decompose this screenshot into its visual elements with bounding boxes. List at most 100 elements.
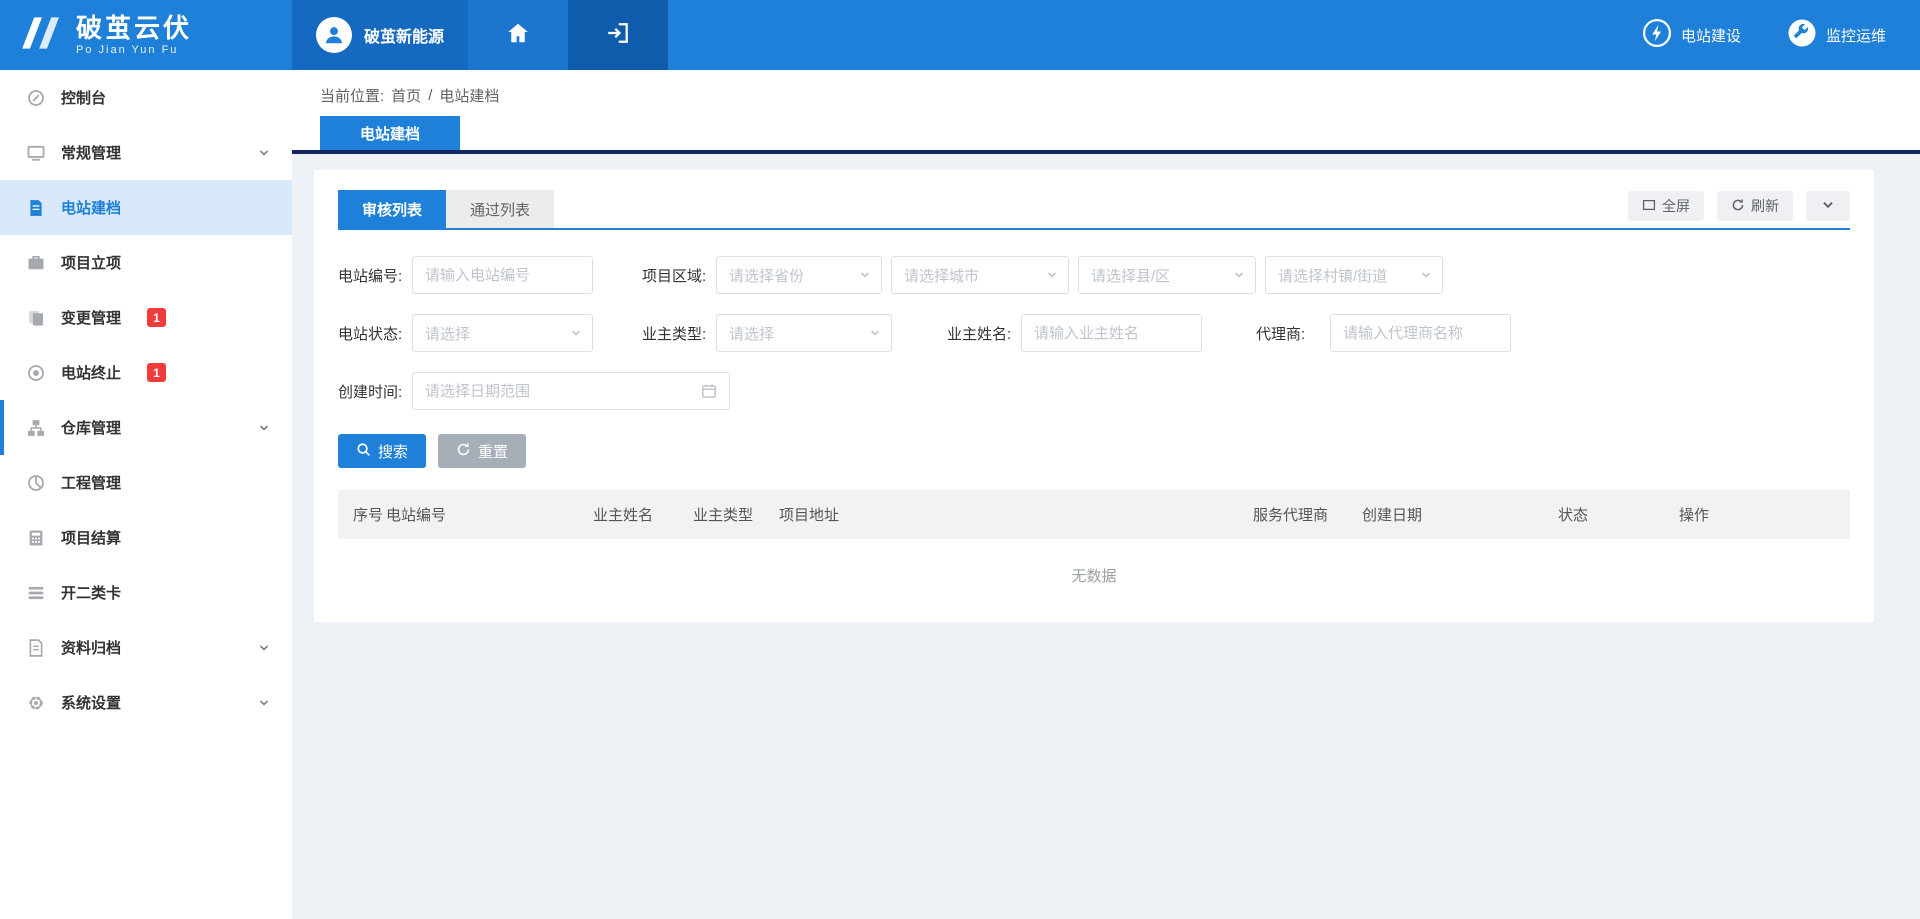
column-header-station-no: 电站编号 bbox=[386, 490, 446, 539]
column-header-owner-type: 业主类型 bbox=[693, 490, 753, 539]
column-header-agent: 服务代理商 bbox=[1253, 490, 1328, 539]
refresh-icon bbox=[1731, 198, 1745, 215]
filter-form: 电站编号: 项目区域: 请选择省份 请选择城市 bbox=[338, 256, 1850, 410]
tab-passed-list[interactable]: 通过列表 bbox=[446, 190, 554, 228]
sidebar-item-class2-card[interactable]: 开二类卡 bbox=[0, 565, 292, 620]
user-menu[interactable]: 破茧新能源 bbox=[292, 0, 468, 70]
column-header-status: 状态 bbox=[1558, 490, 1588, 539]
sidebar-item-label: 系统设置 bbox=[61, 692, 121, 713]
tab-review-list[interactable]: 审核列表 bbox=[338, 190, 446, 228]
sidebar-item-engineering-mgmt[interactable]: 工程管理 bbox=[0, 455, 292, 510]
wrench-icon bbox=[1787, 18, 1817, 52]
empty-state: 无数据 bbox=[338, 565, 1850, 586]
sidebar-item-label: 工程管理 bbox=[61, 472, 121, 493]
dashboard-icon bbox=[26, 88, 46, 108]
chevron-down-icon bbox=[258, 147, 270, 159]
action-bar: 搜索 重置 bbox=[338, 434, 1850, 468]
column-header-actions: 操作 bbox=[1679, 490, 1709, 539]
logout-icon bbox=[606, 21, 630, 50]
header-nav: 电站建设 监控运维 bbox=[1642, 0, 1886, 70]
station-status-select[interactable]: 请选择 bbox=[412, 314, 593, 352]
sidebar-item-station-archive[interactable]: 电站建档 bbox=[0, 180, 292, 235]
chevron-down-icon bbox=[570, 327, 582, 339]
breadcrumb: 当前位置: 首页 / 电站建档 bbox=[292, 82, 1920, 108]
search-icon bbox=[356, 442, 371, 461]
owner-type-placeholder: 请选择 bbox=[729, 323, 774, 344]
sidebar-item-label: 开二类卡 bbox=[61, 582, 121, 603]
calculator-icon bbox=[26, 528, 46, 548]
fullscreen-button[interactable]: 全屏 bbox=[1628, 191, 1704, 221]
breadcrumb-home[interactable]: 首页 bbox=[391, 85, 421, 106]
company-name: 破茧新能源 bbox=[364, 23, 444, 47]
fullscreen-icon bbox=[1642, 198, 1656, 215]
date-range-picker[interactable] bbox=[412, 372, 730, 410]
reset-button[interactable]: 重置 bbox=[438, 434, 526, 468]
header-spacer bbox=[668, 0, 1642, 70]
status-placeholder: 请选择 bbox=[425, 323, 470, 344]
date-range-input[interactable] bbox=[425, 383, 701, 400]
owner-name-input[interactable] bbox=[1021, 314, 1202, 352]
agent-input[interactable] bbox=[1330, 314, 1511, 352]
monitor-icon bbox=[26, 143, 46, 163]
owner-name-label: 业主姓名: bbox=[947, 323, 1021, 344]
calendar-icon bbox=[701, 383, 717, 399]
chevron-down-icon bbox=[1420, 269, 1432, 281]
station-no-input[interactable] bbox=[412, 256, 593, 294]
sidebar-item-project-initiation[interactable]: 项目立项 bbox=[0, 235, 292, 290]
reset-label: 重置 bbox=[478, 441, 508, 462]
breadcrumb-current: 电站建档 bbox=[439, 85, 499, 106]
sidebar-item-label: 电站终止 bbox=[61, 362, 121, 383]
nav-monitor-ops[interactable]: 监控运维 bbox=[1787, 18, 1886, 52]
sidebar-item-station-termination[interactable]: 电站终止 1 bbox=[0, 345, 292, 400]
city-select[interactable]: 请选择城市 bbox=[891, 256, 1069, 294]
briefcase-icon bbox=[26, 253, 46, 273]
sidebar-item-change-mgmt[interactable]: 变更管理 1 bbox=[0, 290, 292, 345]
card-icon bbox=[26, 583, 46, 603]
page-tab-station-archive[interactable]: 电站建档 bbox=[320, 116, 460, 150]
province-select[interactable]: 请选择省份 bbox=[716, 256, 882, 294]
sidebar-item-warehouse-mgmt[interactable]: 仓库管理 bbox=[0, 400, 292, 455]
county-select[interactable]: 请选择县/区 bbox=[1078, 256, 1256, 294]
brand-text: 破茧云伏 Po Jian Yun Fu bbox=[76, 14, 192, 57]
town-placeholder: 请选择村镇/街道 bbox=[1278, 265, 1387, 286]
sidebar-item-project-settlement[interactable]: 项目结算 bbox=[0, 510, 292, 565]
sitemap-icon bbox=[26, 418, 46, 438]
sidebar-item-dashboard[interactable]: 控制台 bbox=[0, 70, 292, 125]
nav-label: 电站建设 bbox=[1681, 25, 1741, 46]
column-header-create-date: 创建日期 bbox=[1362, 490, 1422, 539]
chevron-down-icon bbox=[1046, 269, 1058, 281]
search-button[interactable]: 搜索 bbox=[338, 434, 426, 468]
sidebar-item-label: 资料归档 bbox=[61, 637, 121, 658]
owner-type-select[interactable]: 请选择 bbox=[716, 314, 892, 352]
chevron-down-icon bbox=[1233, 269, 1245, 281]
file-icon bbox=[26, 638, 46, 658]
sidebar-item-label: 控制台 bbox=[61, 87, 106, 108]
search-label: 搜索 bbox=[378, 441, 408, 462]
panel-tabs: 审核列表 通过列表 全屏 bbox=[338, 190, 1850, 230]
chevron-down-icon bbox=[1821, 198, 1835, 215]
breadcrumb-separator: / bbox=[428, 87, 432, 104]
town-select[interactable]: 请选择村镇/街道 bbox=[1265, 256, 1443, 294]
pie-chart-icon bbox=[26, 473, 46, 493]
avatar[interactable] bbox=[316, 17, 352, 53]
logout-button[interactable] bbox=[568, 0, 668, 70]
sidebar-item-general-mgmt[interactable]: 常规管理 bbox=[0, 125, 292, 180]
collapse-button[interactable] bbox=[1806, 191, 1850, 221]
reset-icon bbox=[456, 442, 471, 461]
nav-underline bbox=[292, 150, 1920, 154]
brand-title: 破茧云伏 bbox=[76, 14, 192, 43]
county-placeholder: 请选择县/区 bbox=[1091, 265, 1170, 286]
refresh-button[interactable]: 刷新 bbox=[1717, 191, 1793, 221]
table-header: 序号 电站编号 业主姓名 业主类型 项目地址 服务代理商 创建日期 状态 操作 bbox=[338, 490, 1850, 539]
filter-row-2: 电站状态: 请选择 业主类型: 请选择 业主姓名: bbox=[338, 314, 1850, 352]
copy-icon bbox=[26, 308, 46, 328]
create-time-label: 创建时间: bbox=[338, 381, 412, 402]
city-placeholder: 请选择城市 bbox=[904, 265, 979, 286]
home-button[interactable] bbox=[468, 0, 568, 70]
nav-station-build[interactable]: 电站建设 bbox=[1642, 18, 1741, 52]
province-placeholder: 请选择省份 bbox=[729, 265, 804, 286]
sidebar-item-system-settings[interactable]: 系统设置 bbox=[0, 675, 292, 730]
sidebar-item-data-archive[interactable]: 资料归档 bbox=[0, 620, 292, 675]
notification-badge: 1 bbox=[147, 308, 166, 327]
panel-tools: 全屏 刷新 bbox=[1628, 191, 1850, 221]
